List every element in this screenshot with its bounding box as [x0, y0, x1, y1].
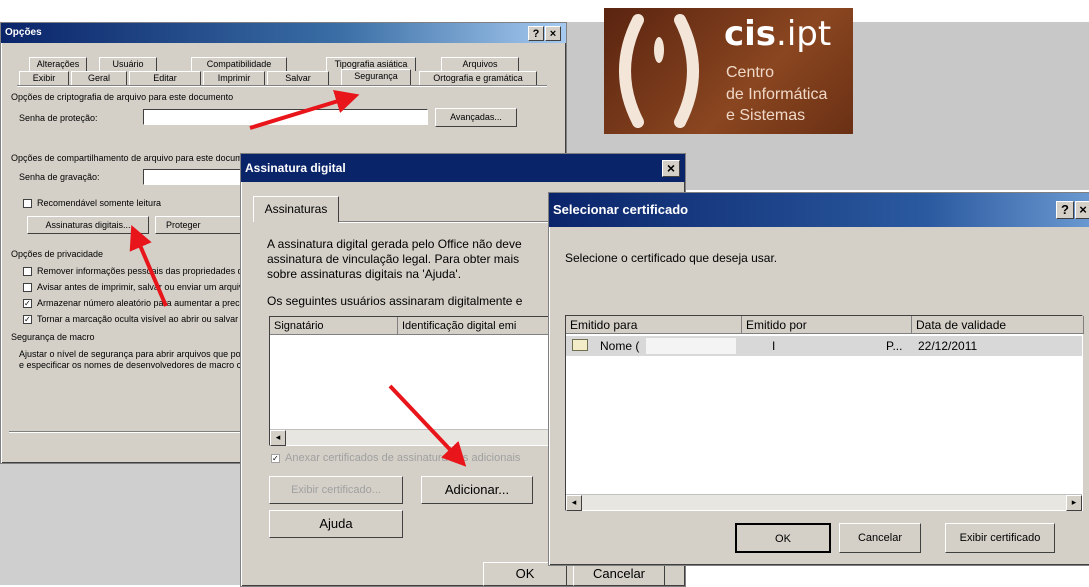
ok-button[interactable]: OK — [735, 523, 831, 553]
warn-checkbox[interactable] — [23, 283, 32, 292]
cancel-button[interactable]: Cancelar — [839, 523, 921, 553]
col-data-validade[interactable]: Data de validade — [912, 316, 1084, 334]
section-privacy: Opções de privacidade — [11, 249, 104, 259]
assinatura-titlebar: Assinatura digital — [241, 154, 685, 182]
section-macro: Segurança de macro — [11, 332, 95, 342]
hidden-markup-checkbox[interactable]: ✓ — [23, 315, 32, 324]
section-sharing: Opções de compartilhamento de arquivo pa… — [11, 153, 261, 163]
write-password-label: Senha de gravação: — [19, 172, 100, 182]
opcoes-title: Opções — [5, 27, 42, 38]
remove-info-checkbox[interactable] — [23, 267, 32, 276]
write-password-input[interactable] — [143, 169, 253, 185]
logo-line-2: de Informática — [726, 86, 828, 103]
tab-salvar[interactable]: Salvar — [267, 71, 329, 85]
tab-ortografia[interactable]: Ortografia e gramática — [419, 71, 537, 85]
attach-certificates-checkbox[interactable]: ✓ — [271, 454, 280, 463]
signed-users-text: Os seguintes usuários assinaram digitalm… — [267, 294, 523, 308]
cert-issued-to: Nome ( — [600, 339, 640, 353]
tab-exibir[interactable]: Exibir — [19, 71, 69, 85]
help-button[interactable]: Ajuda — [269, 510, 403, 538]
certificates-hscrollbar[interactable]: ◂ ▸ — [566, 494, 1082, 511]
digital-signatures-button[interactable]: Assinaturas digitais... — [27, 216, 149, 234]
certificate-row[interactable]: Nome ( I P... 22/12/2011 — [566, 336, 1082, 356]
cert-issued-by: I — [772, 339, 776, 353]
certificate-icon — [572, 339, 588, 351]
advanced-button[interactable]: Avançadas... — [435, 108, 517, 127]
parentheses-logo-icon — [619, 14, 699, 128]
tab-usuario[interactable]: Usuário — [99, 57, 157, 71]
tab-compatibilidade[interactable]: Compatibilidade — [191, 57, 287, 71]
cert-issued-to-redacted — [646, 338, 736, 354]
logo-brand-bold: cis — [724, 14, 777, 54]
section-encryption: Opções de criptografia de arquivo para e… — [11, 92, 234, 102]
certificado-titlebar: Selecionar certificado — [549, 193, 1089, 227]
col-emitido-para[interactable]: Emitido para — [566, 316, 742, 334]
opcoes-titlebar: Opções — [1, 23, 566, 43]
assinatura-para-1: A assinatura digital gerada pelo Office … — [267, 237, 522, 251]
scroll-left-icon[interactable]: ◂ — [270, 430, 286, 446]
tab-alteracoes[interactable]: Alterações — [29, 57, 87, 71]
tab-editar[interactable]: Editar — [129, 71, 201, 85]
tab-seguranca[interactable]: Segurança — [341, 69, 411, 85]
random-number-checkbox[interactable]: ✓ — [23, 299, 32, 308]
tab-divider — [17, 85, 547, 87]
certificado-window: Selecionar certificado ? × Selecione o c… — [548, 192, 1089, 566]
readonly-checkbox[interactable] — [23, 199, 32, 208]
certificado-title: Selecionar certificado — [553, 202, 689, 217]
logo-line-1: Centro — [726, 64, 775, 81]
tab-assinaturas[interactable]: Assinaturas — [253, 196, 339, 222]
certificado-prompt: Selecione o certificado que deseja usar. — [565, 251, 778, 265]
col-emitido-por[interactable]: Emitido por — [742, 316, 912, 334]
view-certificate-button[interactable]: Exibir certificado — [945, 523, 1055, 553]
protect-password-label: Senha de proteção: — [19, 113, 98, 123]
col-signatario[interactable]: Signatário — [270, 317, 398, 335]
assinatura-para-2: assinatura de vinculação legal. Para obt… — [267, 252, 520, 266]
view-certificate-button[interactable]: Exibir certificado... — [269, 476, 403, 504]
close-icon[interactable]: × — [545, 26, 561, 41]
tab-arquivos[interactable]: Arquivos — [441, 57, 519, 71]
background-area-bottom-left — [0, 462, 245, 585]
cert-issued-by-end: P... — [886, 339, 903, 353]
assinatura-para-3: sobre assinaturas digitais na 'Ajuda'. — [267, 267, 462, 281]
logo-line-3: e Sistemas — [726, 107, 806, 124]
attach-certificates-label: Anexar certificados de assinatura nos ad… — [285, 452, 521, 464]
readonly-label: Recomendável somente leitura — [37, 198, 162, 208]
assinatura-title: Assinatura digital — [245, 161, 346, 175]
scroll-right-icon[interactable]: ▸ — [1066, 495, 1082, 511]
help-icon[interactable]: ? — [1056, 201, 1074, 219]
tab-geral[interactable]: Geral — [71, 71, 127, 85]
close-icon[interactable]: × — [662, 160, 680, 177]
logo-brand-rest: .ipt — [776, 14, 832, 54]
help-icon[interactable]: ? — [528, 26, 544, 41]
hidden-markup-label: Tornar a marcação oculta visível ao abri… — [37, 314, 239, 324]
close-icon[interactable]: × — [1075, 201, 1089, 219]
scroll-left-icon[interactable]: ◂ — [566, 495, 582, 511]
protect-password-input[interactable] — [143, 109, 428, 125]
add-button[interactable]: Adicionar... — [421, 476, 533, 504]
cis-ipt-logo: cis.ipt Centro de Informática e Sistemas — [604, 8, 853, 134]
tab-imprimir[interactable]: Imprimir — [203, 71, 265, 85]
certificates-list[interactable]: Emitido para Emitido por Data de validad… — [565, 315, 1084, 511]
cert-valid-date: 22/12/2011 — [918, 339, 978, 353]
logo-brand: cis.ipt — [724, 14, 831, 54]
